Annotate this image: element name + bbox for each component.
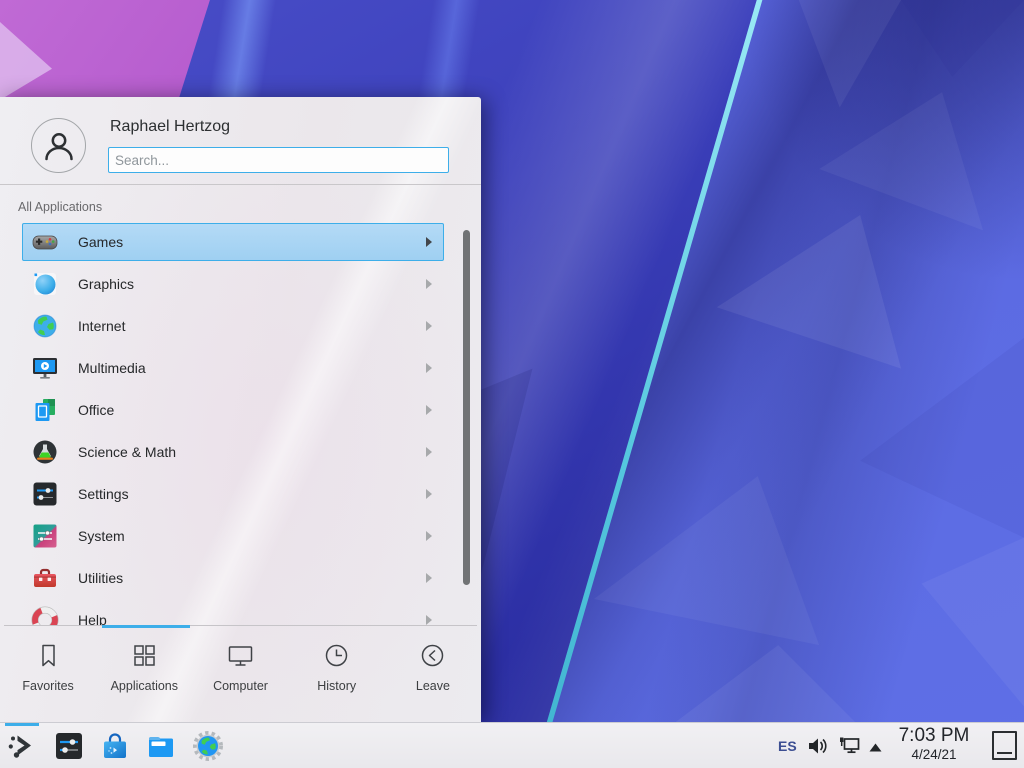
submenu-arrow-icon: [426, 573, 432, 583]
category-row-settings[interactable]: Settings: [0, 473, 481, 515]
application-launcher-button[interactable]: [5, 729, 39, 763]
category-row-graphics[interactable]: Graphics: [0, 263, 481, 305]
browser-globe-icon: [192, 730, 224, 762]
category-row-office[interactable]: Office: [0, 389, 481, 431]
clock-time: 7:03 PM: [888, 726, 980, 746]
tab-label: Computer: [213, 679, 268, 693]
virtual-desktop-pager[interactable]: [992, 731, 1017, 760]
grid-icon: [131, 642, 158, 669]
flask-icon: [31, 438, 59, 466]
application-launcher-menu: Raphael Hertzog All Applications Games: [0, 97, 481, 722]
category-label: Help: [78, 612, 107, 625]
category-row-internet[interactable]: Internet: [0, 305, 481, 347]
web-browser-button[interactable]: [192, 730, 224, 762]
discover-icon: [99, 730, 131, 762]
category-label: Settings: [78, 486, 129, 502]
submenu-arrow-icon: [426, 405, 432, 415]
keyboard-layout-indicator[interactable]: ES: [778, 738, 797, 754]
documents-icon: [31, 396, 59, 424]
category-label: Office: [78, 402, 114, 418]
submenu-arrow-icon: [426, 363, 432, 373]
volume-icon[interactable]: [806, 734, 830, 763]
tab-label: History: [317, 679, 356, 693]
submenu-arrow-icon: [426, 321, 432, 331]
user-avatar[interactable]: [31, 118, 86, 173]
taskbar-panel: ES 7:03 PM 4/24/21: [0, 722, 1024, 768]
lifebuoy-icon: [31, 606, 59, 625]
category-row-utilities[interactable]: Utilities: [0, 557, 481, 599]
system-settings-icon: [53, 730, 85, 762]
tabbar-separator: [4, 625, 477, 626]
tab-favorites[interactable]: Favorites: [0, 628, 96, 722]
category-label: Multimedia: [78, 360, 146, 376]
sphere-icon: [31, 270, 59, 298]
section-label: All Applications: [18, 200, 102, 214]
pager-window-marker: [997, 752, 1012, 754]
category-row-help[interactable]: Help: [0, 599, 481, 625]
file-manager-button[interactable]: [145, 730, 177, 762]
category-label: Science & Math: [78, 444, 176, 460]
kde-launcher-icon: [5, 729, 39, 763]
tab-computer[interactable]: Computer: [192, 628, 288, 722]
folder-icon: [145, 730, 177, 762]
submenu-arrow-icon: [426, 531, 432, 541]
clock-icon: [323, 642, 350, 669]
gamepad-icon: [31, 228, 59, 256]
category-label: Games: [78, 234, 123, 250]
launcher-tab-bar: Favorites Applications Computer: [0, 628, 481, 722]
submenu-arrow-icon: [426, 279, 432, 289]
network-icon[interactable]: [838, 734, 862, 763]
category-label: Internet: [78, 318, 125, 334]
category-label: Graphics: [78, 276, 134, 292]
tab-history[interactable]: History: [289, 628, 385, 722]
category-row-system[interactable]: System: [0, 515, 481, 557]
user-name: Raphael Hertzog: [110, 118, 230, 136]
category-row-multimedia[interactable]: Multimedia: [0, 347, 481, 389]
tab-label: Favorites: [22, 679, 73, 693]
category-label: Utilities: [78, 570, 123, 586]
sliders-icon: [31, 480, 59, 508]
submenu-arrow-icon: [426, 489, 432, 499]
system-icon: [31, 522, 59, 550]
user-icon: [41, 128, 77, 164]
category-list: Games Graphics: [0, 221, 481, 625]
header-separator: [0, 184, 481, 185]
globe-icon: [31, 312, 59, 340]
submenu-arrow-icon: [426, 615, 432, 625]
tab-applications[interactable]: Applications: [96, 628, 192, 722]
bookmark-icon: [35, 642, 62, 669]
clock-date: 4/24/21: [888, 748, 980, 762]
discover-button[interactable]: [99, 730, 131, 762]
tab-leave[interactable]: Leave: [385, 628, 481, 722]
tab-label: Applications: [111, 679, 178, 693]
launcher-active-indicator: [5, 723, 39, 726]
monitor-icon: [227, 642, 254, 669]
tab-label: Leave: [416, 679, 450, 693]
system-settings-button[interactable]: [53, 730, 85, 762]
toolbox-icon: [31, 564, 59, 592]
leave-icon: [419, 642, 446, 669]
submenu-arrow-icon: [426, 447, 432, 457]
list-scrollbar[interactable]: [463, 230, 470, 585]
submenu-arrow-icon: [426, 237, 432, 247]
category-row-science[interactable]: Science & Math: [0, 431, 481, 473]
launcher-header: Raphael Hertzog: [0, 97, 481, 185]
search-input[interactable]: [108, 147, 449, 173]
category-row-games[interactable]: Games: [0, 221, 481, 263]
multimedia-icon: [31, 354, 59, 382]
digital-clock[interactable]: 7:03 PM 4/24/21: [888, 726, 980, 762]
category-label: System: [78, 528, 125, 544]
expand-tray-caret-icon[interactable]: [868, 740, 883, 758]
